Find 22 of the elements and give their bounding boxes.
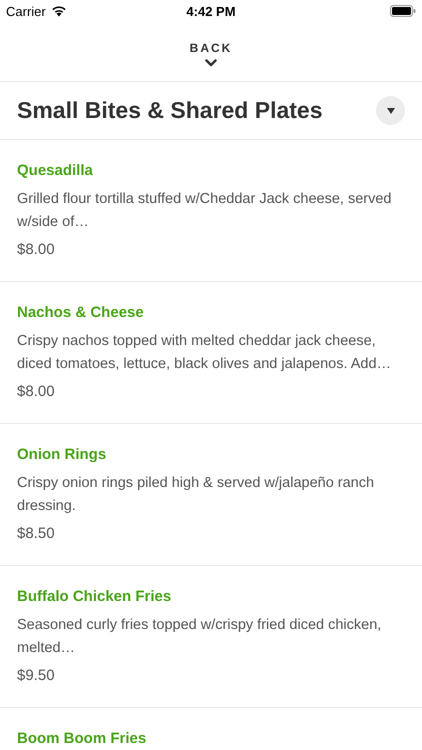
carrier-label: Carrier (6, 4, 46, 18)
item-price: $8.00 (17, 240, 55, 260)
caret-icon (386, 108, 394, 114)
item-price: $8.50 (17, 524, 55, 544)
item-name[interactable]: Nachos & Cheese (17, 302, 144, 324)
battery-icon (390, 5, 416, 17)
dropdown-button[interactable] (376, 96, 405, 125)
section-title: Small Bites & Shared Plates (17, 97, 323, 124)
item-description: Crispy onion rings piled high & served w/jalapeño ranch dressing. (17, 474, 376, 516)
item-description: Seasoned curly fries topped w/crispy fried diced chicken, melted… (17, 616, 382, 658)
status-time: 4:42 PM (186, 4, 236, 18)
item-description: Crispy nachos topped with melted cheddar jack cheese, diced tomatoes, lettuce, black olives and jalapenos. Add… (17, 332, 392, 374)
item-name[interactable]: Quesadilla (17, 160, 93, 182)
back-button[interactable]: BACK (184, 39, 238, 69)
item-name[interactable]: Onion Rings (17, 444, 106, 466)
chevron-down-icon (204, 59, 217, 67)
item-description: Grilled flour tortilla stuffed w/Cheddar Jack cheese, served w/side of… (17, 190, 392, 232)
item-name[interactable]: Boom Boom Fries (17, 728, 146, 750)
item-name[interactable]: Buffalo Chicken Fries (17, 586, 172, 608)
item-price: $8.00 (17, 382, 55, 402)
item-price: $9.50 (17, 666, 55, 686)
wifi-icon (50, 5, 67, 17)
